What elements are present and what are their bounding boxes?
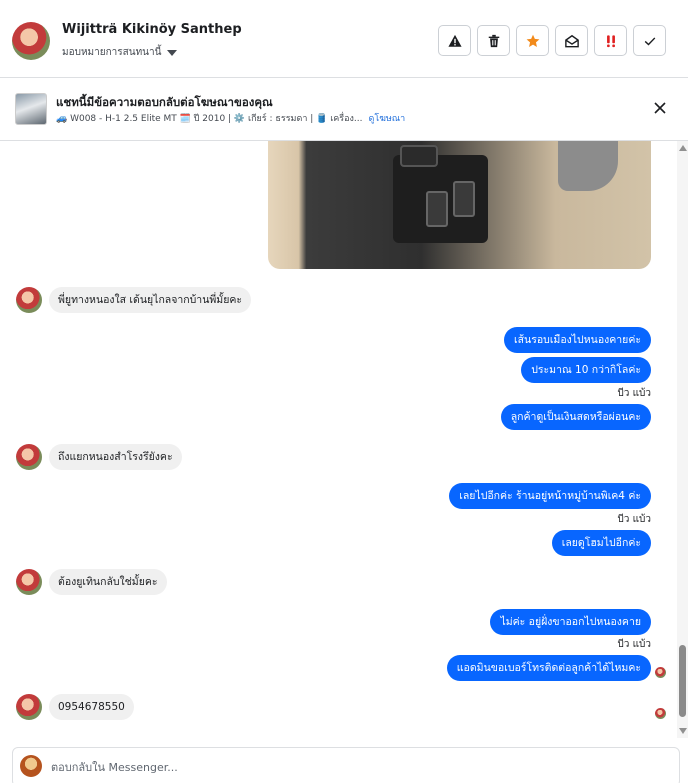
seen-status: บีว แบ้ว [617, 514, 651, 525]
important-icon [606, 34, 615, 47]
envelope-open-icon [564, 34, 579, 47]
message-thread: พี่ยูทางหนองใส เด้นยุไกลจากบ้านพี่มั้ยคะ… [0, 141, 676, 738]
mark-unread-button[interactable] [555, 25, 588, 56]
ad-thumbnail[interactable] [15, 93, 47, 125]
read-receipt-avatar [655, 667, 666, 678]
scrollbar-thumb[interactable] [679, 645, 686, 717]
ad-title: แชทนี้มีข้อความตอบกลับต่อโฆษณาของคุณ [56, 95, 273, 109]
reply-input[interactable] [51, 756, 651, 778]
star-icon [526, 34, 539, 47]
ad-description-row: 🚙 W008 - H-1 2.5 Elite MT 🗓️ ปี 2010 | ⚙… [56, 111, 405, 125]
reply-composer [12, 747, 680, 783]
mark-spam-button[interactable] [438, 25, 471, 56]
message-bubble[interactable]: พี่ยูทางหนองใส เด้นยุไกลจากบ้านพี่มั้ยคะ [49, 287, 252, 313]
avatar [16, 287, 42, 313]
seen-status: บีว แบ้ว [617, 388, 651, 399]
check-icon [644, 36, 655, 45]
message-image[interactable] [268, 141, 651, 269]
read-receipt-avatar [655, 708, 666, 719]
outgoing-message[interactable]: ลูกค้าดูเป็นเงินสดหรือผ่อนคะ [500, 404, 651, 430]
avatar[interactable] [12, 22, 50, 60]
ad-context-bar: แชทนี้มีข้อความตอบกลับต่อโฆษณาของคุณ 🚙 W… [0, 78, 688, 141]
close-icon[interactable] [652, 100, 668, 116]
message-bubble[interactable]: 0954678550 [49, 694, 134, 720]
avatar [16, 694, 42, 720]
avatar [20, 755, 42, 777]
ad-description: 🚙 W008 - H-1 2.5 Elite MT 🗓️ ปี 2010 | ⚙… [56, 114, 363, 124]
delete-button[interactable] [477, 25, 510, 56]
avatar [16, 444, 42, 470]
conversation-actions [438, 25, 666, 56]
scroll-down-icon[interactable] [679, 728, 687, 734]
assign-label: มอบหมายการสนทนานี้ [62, 47, 162, 58]
outgoing-message[interactable]: เลยไปอีกค่ะ ร้านอยู่หน้าหมู่บ้านพิเค4 ค่… [449, 483, 651, 509]
incoming-message: 0954678550 [16, 694, 134, 720]
scrollbar[interactable] [677, 141, 688, 738]
incoming-message: ถึงแยกหนองสำโรงรึยังคะ [16, 444, 182, 470]
caret-down-icon [167, 49, 178, 56]
trash-icon [488, 34, 499, 47]
contact-name[interactable]: Wĳitträ Kikinöy Santhep [62, 22, 242, 37]
conversation-header: Wĳitträ Kikinöy Santhep มอบหมายการสนทนาน… [0, 0, 688, 78]
incoming-message: ต้องยูเทินกลับใช่มั้ยคะ [16, 569, 167, 595]
mark-done-button[interactable] [633, 25, 666, 56]
outgoing-message[interactable]: เลยดูโฮมไปอีกค่ะ [551, 530, 651, 556]
warning-icon [447, 34, 462, 47]
assign-conversation-dropdown[interactable]: มอบหมายการสนทนานี้ [62, 45, 178, 60]
mark-important-button[interactable] [594, 25, 627, 56]
view-ad-link[interactable]: ดูโฆษณา [369, 111, 406, 125]
outgoing-message[interactable]: แอดมินขอเบอร์โทรติดต่อลูกค้าได้ไหมคะ [446, 655, 651, 681]
avatar [16, 569, 42, 595]
message-bubble[interactable]: ต้องยูเทินกลับใช่มั้ยคะ [49, 569, 167, 595]
outgoing-message[interactable]: ประมาณ 10 กว่ากิโลค่ะ [521, 357, 651, 383]
scroll-up-icon[interactable] [679, 145, 687, 151]
outgoing-message[interactable]: เส้นรอบเมืองไปหนองคายค่ะ [504, 327, 651, 353]
incoming-message: พี่ยูทางหนองใส เด้นยุไกลจากบ้านพี่มั้ยคะ [16, 287, 252, 313]
message-bubble[interactable]: ถึงแยกหนองสำโรงรึยังคะ [49, 444, 182, 470]
seen-status: บีว แบ้ว [617, 639, 651, 650]
star-button[interactable] [516, 25, 549, 56]
outgoing-message[interactable]: ไม่ค่ะ อยู่ฝั่งขาออกไปหนองคาย [490, 609, 651, 635]
